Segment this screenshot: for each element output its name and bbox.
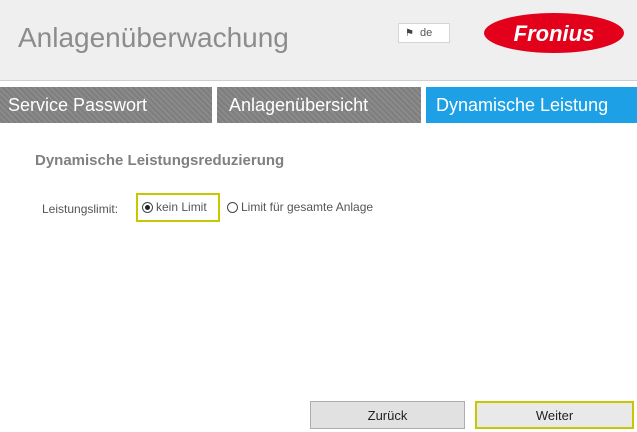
fronius-logo: Fronius	[484, 13, 624, 53]
tab-service-passwort[interactable]: Service Passwort	[0, 87, 212, 123]
section-title: Dynamische Leistungsreduzierung	[35, 152, 285, 169]
app-title: Anlagenüberwachung	[18, 22, 289, 53]
back-button[interactable]: Zurück	[310, 401, 465, 429]
radio-limit-gesamte-anlage[interactable]: Limit für gesamte Anlage	[227, 199, 373, 215]
option-label-kein-limit: kein Limit	[156, 200, 207, 214]
header-bar: Anlagenüberwachung ⚑ de Fronius	[0, 0, 637, 81]
tab-anlagenuebersicht[interactable]: Anlagenübersicht	[217, 87, 421, 123]
language-code: de	[419, 27, 433, 39]
radio-unselected-icon[interactable]	[227, 201, 238, 213]
tab-bar: Service Passwort Anlagenübersicht Dynami…	[0, 87, 637, 123]
limit-label: Leistungslimit:	[42, 202, 119, 216]
next-button[interactable]: Weiter	[475, 401, 634, 429]
radio-kein-limit[interactable]: kein Limit	[142, 199, 207, 215]
radio-selected-icon[interactable]	[142, 201, 153, 213]
svg-text:Fronius: Fronius	[514, 21, 595, 46]
tab-dynamische-leistung[interactable]: Dynamische Leistung	[426, 87, 637, 123]
option-label-gesamte-anlage: Limit für gesamte Anlage	[241, 200, 374, 214]
language-selector[interactable]: ⚑ de	[398, 23, 450, 43]
flag-icon: ⚑	[405, 27, 414, 39]
